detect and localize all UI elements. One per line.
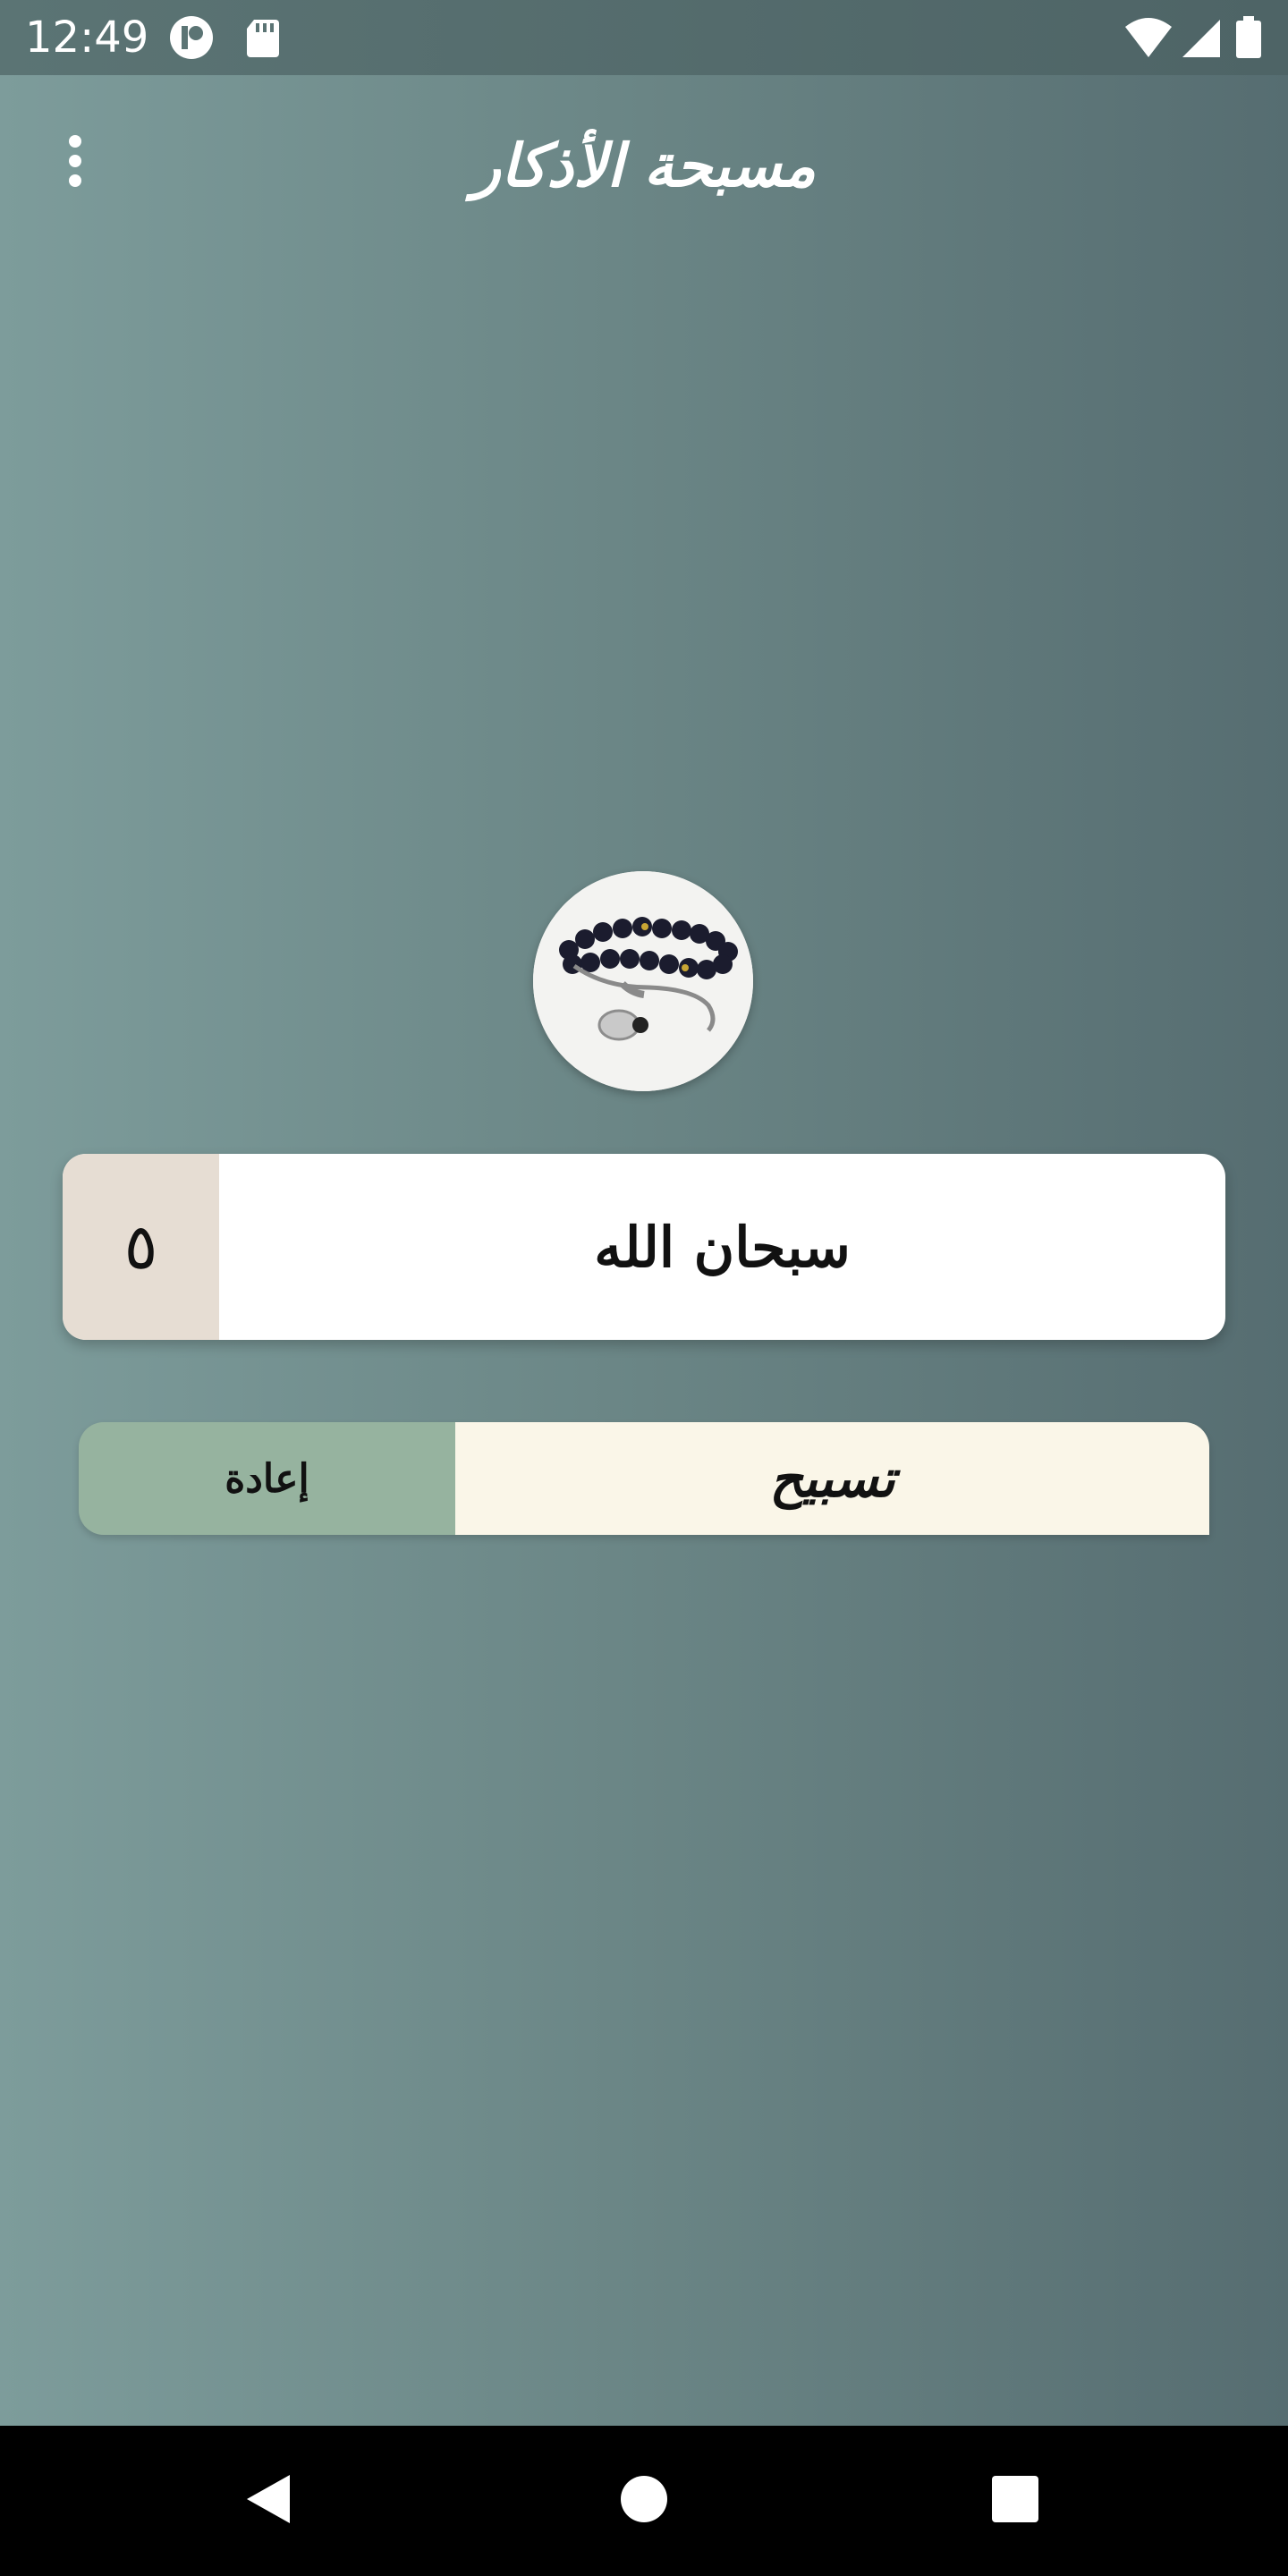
battery-icon <box>1233 14 1265 61</box>
tasbih-button[interactable]: تسبيح <box>455 1422 1209 1535</box>
back-icon <box>243 2471 293 2530</box>
nav-home-button[interactable] <box>572 2426 716 2576</box>
home-icon <box>619 2474 669 2528</box>
recents-icon <box>991 2475 1039 2527</box>
sd-card-icon <box>242 14 288 61</box>
wifi-icon <box>1123 14 1174 61</box>
more-vert-icon <box>64 134 86 191</box>
reset-button[interactable]: إعادة <box>79 1422 455 1535</box>
overflow-menu-button[interactable] <box>47 131 104 195</box>
status-bar: 12:49 <box>0 0 1288 75</box>
nav-recents-button[interactable] <box>944 2426 1087 2576</box>
nav-back-button[interactable] <box>197 2426 340 2576</box>
dhikr-text: سبحان الله <box>594 1214 851 1280</box>
status-time: 12:49 <box>25 13 149 63</box>
system-nav-bar <box>0 2426 1288 2576</box>
screen: 12:49 مسبحة الأذكار ٥ سبحان الله إعادة ت… <box>0 0 1288 2576</box>
prayer-beads-image <box>533 871 753 1091</box>
cell-signal-icon <box>1179 14 1225 61</box>
app-notification-icon <box>168 14 215 61</box>
app-title: مسبحة الأذكار <box>472 131 816 200</box>
dhikr-counter: ٥ <box>63 1154 219 1340</box>
dhikr-card: ٥ سبحان الله <box>63 1154 1225 1340</box>
action-buttons: إعادة تسبيح <box>79 1422 1209 1535</box>
